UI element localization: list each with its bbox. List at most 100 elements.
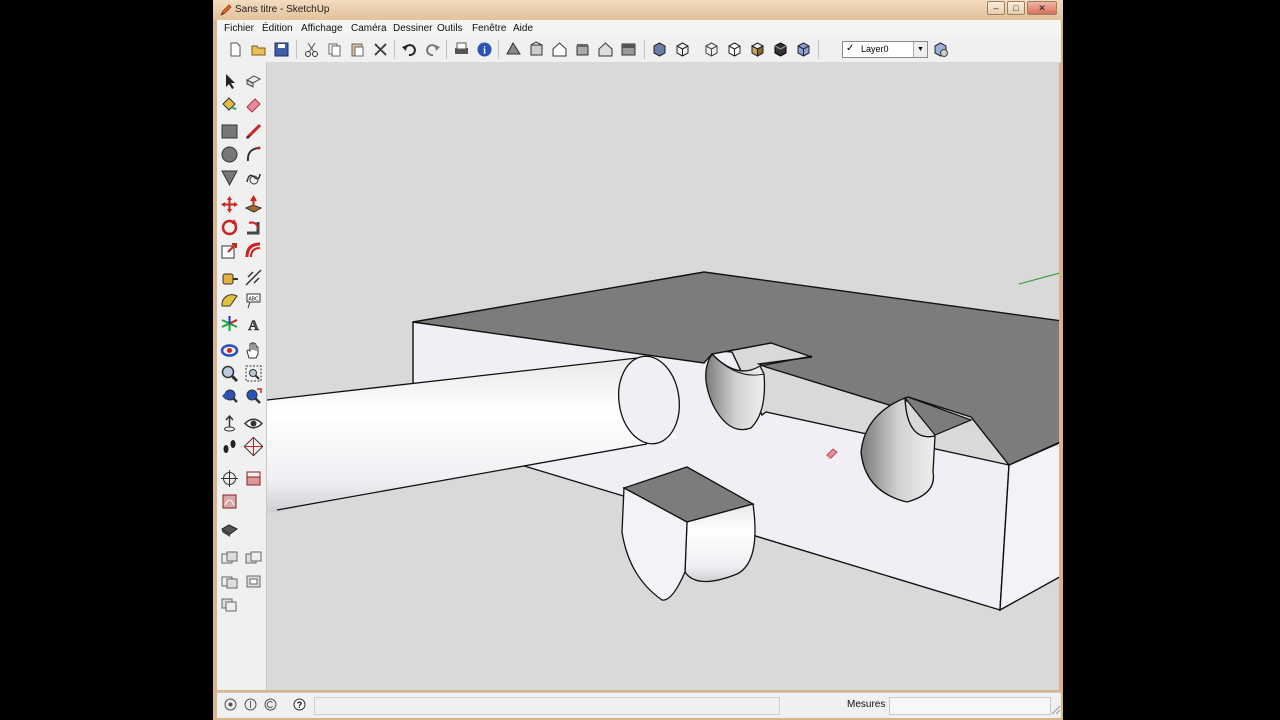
look-around-eye-icon[interactable] [244,414,263,433]
delete-icon[interactable] [372,41,389,58]
tools-palette: ABC A [217,62,267,690]
sandbox-from-scratch-icon[interactable] [244,469,263,488]
pan-hand-icon[interactable] [244,341,263,360]
dimension-tool-icon[interactable] [244,268,263,287]
measurements-input[interactable] [889,697,1051,715]
save-icon[interactable] [273,41,290,58]
minimize-button[interactable]: – [987,1,1005,15]
rectangle-tool-icon[interactable] [220,122,239,141]
move-tool-icon[interactable] [220,195,239,214]
application-window: Sans titre - SketchUp – □ ✕ Fichier Édit… [213,0,1063,720]
3d-text-icon[interactable]: A [244,314,263,333]
help-icon[interactable]: ? [293,698,306,711]
smoove-tool-icon[interactable] [220,492,239,511]
menu-edition[interactable]: Édition [262,23,293,34]
wireframe-style-icon[interactable] [703,41,720,58]
paint-bucket-icon[interactable] [220,95,239,114]
left-view-icon[interactable] [620,41,637,58]
scale-tool-icon[interactable] [220,241,239,260]
follow-me-icon[interactable] [244,218,263,237]
copyright-icon[interactable] [264,698,277,711]
main-toolbar: i ✓ Layer0 ▼ [217,37,1061,63]
undo-icon[interactable] [401,41,418,58]
layer-name: Layer0 [861,44,889,54]
new-file-icon[interactable] [227,41,244,58]
menu-affichage[interactable]: Affichage [301,23,343,34]
right-view-icon[interactable] [574,41,591,58]
layer-manager-icon[interactable] [932,41,949,58]
text-label-icon[interactable]: ABC [244,291,263,310]
sandbox-from-contours-icon[interactable] [220,469,239,488]
push-pull-icon[interactable] [244,195,263,214]
resize-grip-icon[interactable] [1049,703,1061,715]
cut-icon[interactable] [303,41,320,58]
circle-tool-icon[interactable] [220,145,239,164]
zoom-window-icon[interactable] [244,364,263,383]
menu-outils[interactable]: Outils [437,23,463,34]
modeling-viewport[interactable] [267,62,1059,690]
sandbox-drape-icon[interactable] [244,572,263,591]
menu-fichier[interactable]: Fichier [224,23,254,34]
back-edges-style-icon[interactable] [674,41,691,58]
eraser-icon[interactable] [244,95,263,114]
section-plane-icon[interactable] [244,437,263,456]
add-detail-icon[interactable] [220,549,239,568]
flip-edge-icon[interactable] [244,549,263,568]
redo-icon[interactable] [424,41,441,58]
drape-tool-icon[interactable] [220,521,239,540]
hidden-line-style-icon[interactable] [726,41,743,58]
make-component-icon[interactable] [244,72,263,91]
zoom-extents-icon[interactable] [244,387,263,406]
menu-camera[interactable]: Caméra [351,23,387,34]
arc-tool-icon[interactable] [244,145,263,164]
stamp-tool-icon[interactable] [220,572,239,591]
polygon-tool-icon[interactable] [220,168,239,187]
measurements-label: Mesures [847,699,886,710]
green-axis-line [1018,272,1059,285]
back-view-icon[interactable] [597,41,614,58]
chevron-down-icon[interactable]: ▼ [913,42,927,57]
outer-shell-icon[interactable] [220,595,239,614]
maximize-button[interactable]: □ [1007,1,1025,15]
title-bar[interactable]: Sans titre - SketchUp – □ ✕ [213,0,1063,20]
menu-dessiner[interactable]: Dessiner [393,23,432,34]
svg-text:?: ? [297,700,303,710]
freehand-tool-icon[interactable] [244,168,263,187]
shaded-textures-style-icon[interactable] [772,41,789,58]
open-folder-icon[interactable] [250,41,267,58]
axes-tool-icon[interactable] [220,314,239,333]
xray-style-icon[interactable] [651,41,668,58]
line-pencil-icon[interactable] [244,122,263,141]
front-view-icon[interactable] [551,41,568,58]
menu-bar: Fichier Édition Affichage Caméra Dessine… [217,20,1061,38]
offset-tool-icon[interactable] [244,241,263,260]
paste-icon[interactable] [349,41,366,58]
protractor-icon[interactable] [220,291,239,310]
geo-location-icon[interactable] [224,698,237,711]
svg-text:i: i [483,46,486,57]
svg-text:ABC: ABC [248,297,259,303]
top-view-icon[interactable] [528,41,545,58]
print-icon[interactable] [453,41,470,58]
credits-icon[interactable] [244,698,257,711]
layer-dropdown[interactable]: ✓ Layer0 ▼ [842,41,928,58]
previous-view-icon[interactable] [220,387,239,406]
select-arrow-icon[interactable] [220,72,239,91]
svg-text:A: A [248,318,259,333]
menu-fenetre[interactable]: Fenêtre [472,23,506,34]
iso-view-icon[interactable] [505,41,522,58]
shaded-style-icon[interactable] [749,41,766,58]
status-text-field [314,697,780,715]
menu-aide[interactable]: Aide [513,23,533,34]
position-camera-icon[interactable] [220,414,239,433]
close-button[interactable]: ✕ [1027,1,1057,15]
model-info-icon[interactable]: i [476,41,493,58]
copy-icon[interactable] [326,41,343,58]
3d-model-scene[interactable] [267,62,1059,690]
rotate-tool-icon[interactable] [220,218,239,237]
walk-footprints-icon[interactable] [220,437,239,456]
zoom-tool-icon[interactable] [220,364,239,383]
orbit-tool-icon[interactable] [220,341,239,360]
tape-measure-icon[interactable] [220,268,239,287]
monochrome-style-icon[interactable] [795,41,812,58]
